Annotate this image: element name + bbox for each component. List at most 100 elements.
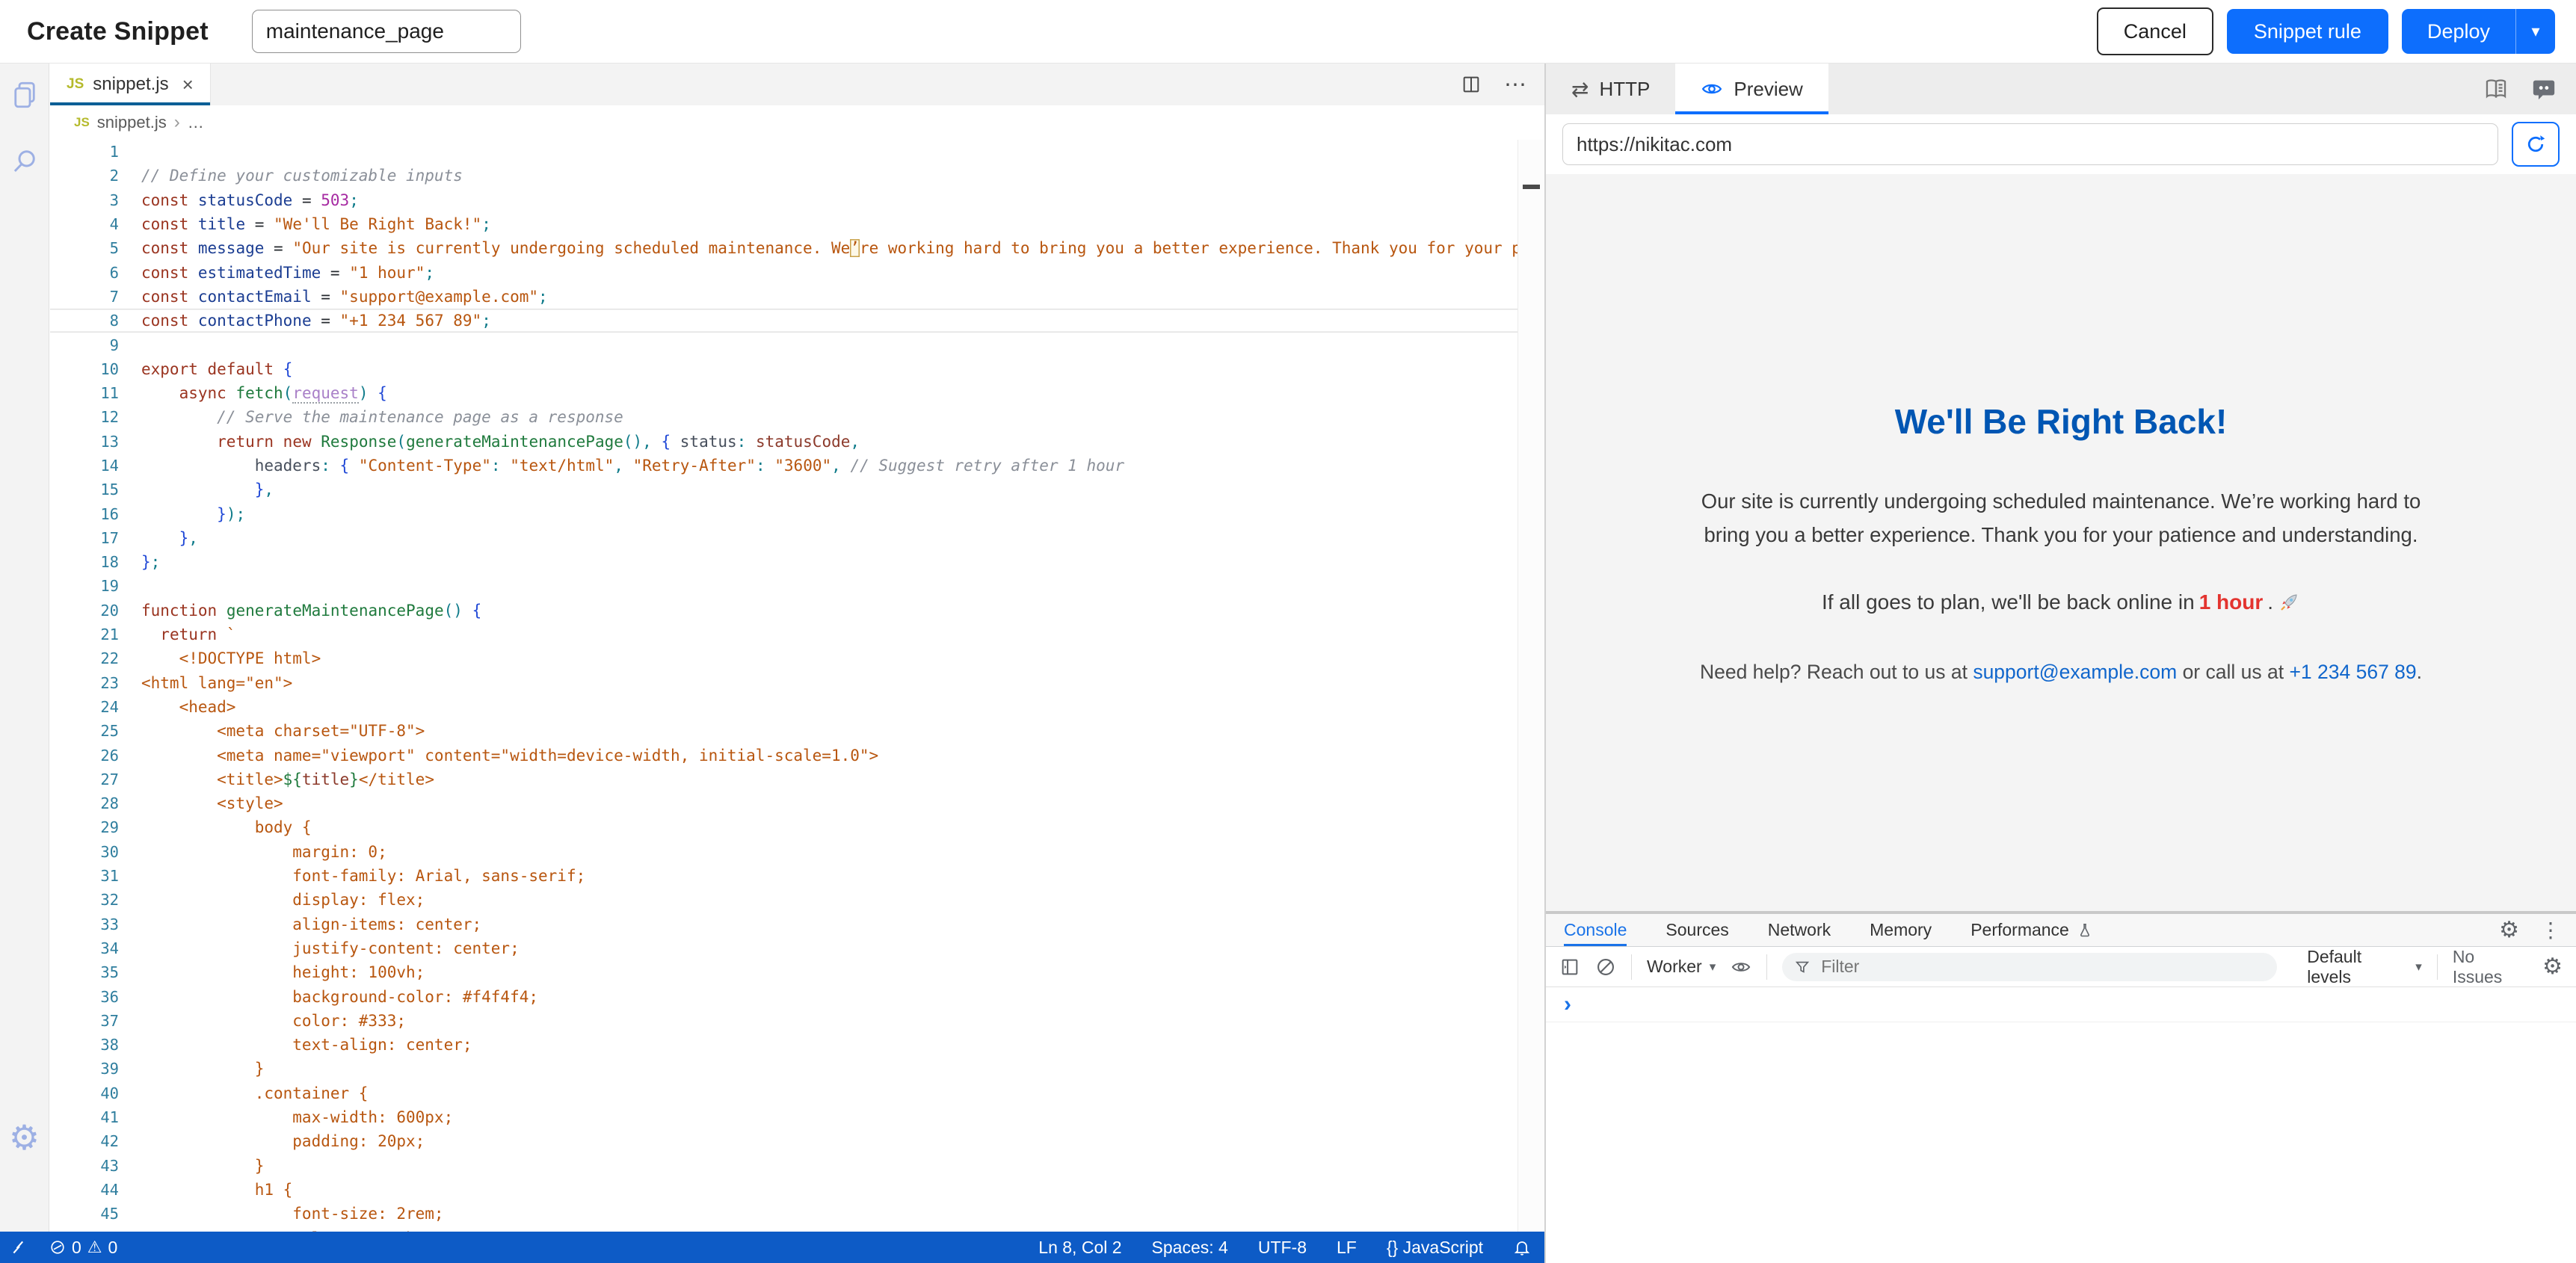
code-line[interactable]: 14 headers: { "Content-Type": "text/html… [50,454,1517,478]
remote-indicator-icon[interactable] [10,1238,30,1257]
notifications-bell-icon[interactable] [1513,1238,1531,1256]
code-line[interactable]: 36 background-color: #f4f4f4; [50,984,1517,1008]
code-line[interactable]: 34 justify-content: center; [50,936,1517,960]
issues-counter[interactable]: No Issues [2453,947,2527,987]
code-line[interactable]: 2// Define your customizable inputs [50,164,1517,188]
code-line[interactable]: 15 }, [50,478,1517,501]
indentation-setting[interactable]: Spaces: 4 [1152,1238,1228,1258]
code-line[interactable]: 30 margin: 0; [50,840,1517,864]
code-line[interactable]: 19 [50,574,1517,598]
code-line[interactable]: 8const contactPhone = "+1 234 567 89"; [50,309,1517,333]
files-icon[interactable] [8,78,41,111]
clear-console-icon[interactable] [1595,957,1616,978]
snippet-name-input[interactable] [252,10,521,53]
support-email-link[interactable]: support@example.com [1973,661,2177,683]
code-line[interactable]: 25 <meta charset="UTF-8"> [50,719,1517,743]
code-line[interactable]: 12 // Serve the maintenance page as a re… [50,405,1517,429]
language-mode[interactable]: {} JavaScript [1387,1238,1483,1258]
console-sidebar-toggle-icon[interactable] [1559,957,1580,978]
code-line[interactable]: 38 text-align: center; [50,1033,1517,1057]
code-line[interactable]: 43 } [50,1153,1517,1177]
settings-gear-icon[interactable]: ⚙ [8,1121,41,1154]
code-line[interactable]: 32 display: flex; [50,888,1517,912]
devtools-tab-console[interactable]: Console [1564,914,1627,946]
code-line[interactable]: 3const statusCode = 503; [50,188,1517,212]
code-line[interactable]: 28 <style> [50,791,1517,815]
code-line[interactable]: 11 async fetch(request) { [50,381,1517,405]
search-icon[interactable] [8,144,41,177]
code-line[interactable]: 10export default { [50,357,1517,381]
code-line[interactable]: 16 }); [50,501,1517,525]
code-line[interactable]: 7const contactEmail = "support@example.c… [50,285,1517,309]
code-line[interactable]: 20function generateMaintenancePage() { [50,599,1517,623]
code-line[interactable]: 42 padding: 20px; [50,1129,1517,1153]
code-line[interactable]: 33 align-items: center; [50,912,1517,936]
tab-preview[interactable]: Preview [1675,64,1828,114]
tab-snippet-js[interactable]: JS snippet.js × [50,64,211,105]
code-line[interactable]: 1 [50,140,1517,164]
devtools-tab-memory[interactable]: Memory [1870,914,1932,946]
rocket-icon [2278,591,2300,614]
code-line[interactable]: 24 <head> [50,695,1517,719]
devtools-tab-performance[interactable]: Performance [1970,914,2093,946]
phone-link[interactable]: +1 234 567 89 [2289,661,2416,683]
deploy-caret-icon[interactable]: ▾ [2516,22,2555,41]
breadcrumb-symbol[interactable]: … [188,113,204,132]
live-expression-eye-icon[interactable] [1731,957,1751,978]
code-line[interactable]: 44 h1 { [50,1178,1517,1202]
code-line[interactable]: 45 font-size: 2rem; [50,1202,1517,1226]
code-line[interactable]: 41 max-width: 600px; [50,1105,1517,1129]
code-line[interactable]: 37 color: #333; [50,1009,1517,1033]
encoding-setting[interactable]: UTF-8 [1258,1238,1307,1258]
refresh-button[interactable] [2512,122,2560,167]
editor-scrollbar[interactable] [1517,140,1545,1232]
code-line[interactable]: 5const message = "Our site is currently … [50,236,1517,260]
breadcrumb[interactable]: JS snippet.js › … [50,105,1544,140]
code-line[interactable]: 17 }, [50,526,1517,550]
context-selector[interactable]: Worker ▾ [1647,957,1716,977]
deploy-button[interactable]: Deploy ▾ [2402,9,2555,54]
code-line[interactable]: 22 <!DOCTYPE html> [50,646,1517,670]
snippet-rule-button[interactable]: Snippet rule [2227,9,2388,54]
breadcrumb-file[interactable]: snippet.js [97,113,167,132]
code-line[interactable]: 31 font-family: Arial, sans-serif; [50,864,1517,888]
console-output[interactable]: › [1546,987,2576,1263]
devtools-tab-network[interactable]: Network [1768,914,1831,946]
devtools-settings-gear-icon[interactable]: ⚙ [2499,919,2519,942]
docs-book-icon[interactable] [2483,76,2509,102]
console-prompt-row[interactable]: › [1546,987,2576,1022]
code-line[interactable]: 26 <meta name="viewport" content="width=… [50,743,1517,767]
deploy-label[interactable]: Deploy [2402,20,2515,43]
console-filter[interactable] [1782,953,2277,981]
cursor-position[interactable]: Ln 8, Col 2 [1038,1238,1121,1258]
code-line[interactable]: 18}; [50,550,1517,574]
discord-icon[interactable] [2531,76,2557,102]
problems-indicator[interactable]: 0 ⚠ 0 [49,1238,117,1258]
devtools-tab-sources[interactable]: Sources [1666,914,1728,946]
code-line[interactable]: 6const estimatedTime = "1 hour"; [50,260,1517,284]
eol-setting[interactable]: LF [1337,1238,1357,1258]
code-line[interactable]: 23<html lang="en"> [50,671,1517,695]
code-line[interactable]: 46 color: #0056b3; [50,1226,1517,1232]
log-levels-selector[interactable]: Default levels ▾ [2307,947,2422,987]
code-line[interactable]: 9 [50,333,1517,356]
chevron-right-icon: › [174,112,180,133]
code-line[interactable]: 21 return ` [50,623,1517,646]
tab-http[interactable]: ⇄ HTTP [1546,64,1675,114]
url-input[interactable] [1562,123,2498,165]
code-line[interactable]: 29 body { [50,815,1517,839]
devtools-menu-kebab-icon[interactable]: ⋮ [2540,918,2561,942]
more-actions-icon[interactable]: ⋯ [1504,72,1526,98]
code-line[interactable]: 40 .container { [50,1081,1517,1105]
cancel-button[interactable]: Cancel [2097,7,2213,55]
code-line[interactable]: 35 height: 100vh; [50,960,1517,984]
filter-input[interactable] [1819,956,2265,978]
code-line[interactable]: 27 <title>${title}</title> [50,768,1517,791]
code-line[interactable]: 39 } [50,1057,1517,1081]
code-line[interactable]: 13 return new Response(generateMaintenan… [50,430,1517,454]
close-tab-icon[interactable]: × [182,73,194,96]
console-settings-gear-icon[interactable]: ⚙ [2542,956,2563,978]
code-editor[interactable]: 12// Define your customizable inputs3con… [50,140,1517,1232]
split-editor-icon[interactable] [1461,74,1482,95]
code-line[interactable]: 4const title = "We'll Be Right Back!"; [50,212,1517,236]
